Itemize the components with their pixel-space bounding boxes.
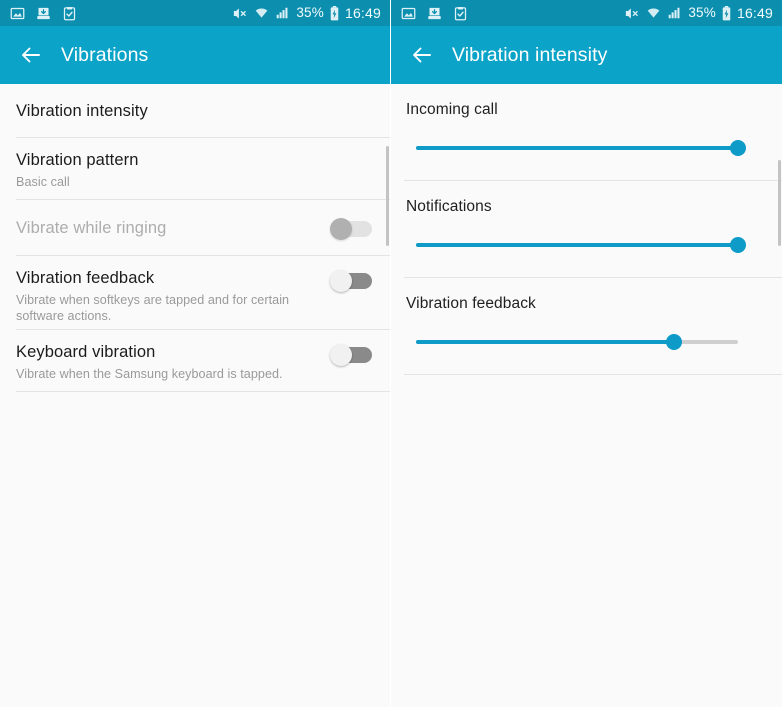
slider-label: Vibration feedback (406, 295, 536, 312)
save-icon (37, 7, 50, 19)
battery-charging-icon (330, 5, 339, 20)
slider-thumb[interactable] (665, 334, 682, 350)
slider-fill (416, 146, 738, 150)
signal-icon (668, 7, 680, 19)
slider-block-incoming-call: Incoming call (391, 84, 782, 181)
row-text: Vibration pattern Basic call (16, 150, 372, 190)
slider-label: Notifications (406, 198, 492, 215)
list-item-vibration-pattern[interactable]: Vibration pattern Basic call (0, 138, 390, 200)
toggle-keyboard-vibration[interactable] (330, 344, 372, 366)
slider-block-notifications: Notifications (391, 181, 782, 278)
clock-label: 16:49 (344, 5, 381, 21)
left-phone-screen: 35% 16:49 Vibrations Vibration intensity… (0, 0, 391, 707)
slider-thumb[interactable] (730, 237, 746, 253)
battery-charging-icon (722, 5, 731, 20)
battery-percent-label: 35% (296, 5, 324, 21)
wifi-icon (255, 8, 268, 18)
wifi-icon (647, 8, 660, 18)
slider-fill (416, 243, 738, 247)
list-item-title: Keyboard vibration (16, 343, 156, 361)
clock-label: 16:49 (736, 5, 773, 21)
clipboard-check-icon (63, 6, 76, 20)
scrollbar-right[interactable] (778, 160, 781, 246)
list-item-vibration-intensity[interactable]: Vibration intensity (0, 84, 390, 138)
list-item-title: Vibrate while ringing (16, 218, 167, 237)
slider-incoming-call[interactable] (416, 137, 746, 159)
status-bar-left-icons (10, 6, 77, 21)
toggle-knob (330, 218, 352, 240)
mute-icon (626, 8, 639, 18)
mute-icon (234, 8, 247, 18)
list-item-subtitle: Vibrate when softkeys are tapped and for… (16, 292, 290, 324)
toggle-knob (330, 344, 352, 366)
battery-percent-label: 35% (688, 5, 716, 21)
list-item-keyboard-vibration[interactable]: Keyboard vibration Vibrate when the Sams… (0, 330, 390, 392)
page-title-right: Vibration intensity (452, 43, 608, 66)
dual-screenshot: 35% 16:49 Vibrations Vibration intensity… (0, 0, 782, 707)
page-title-left: Vibrations (61, 43, 149, 66)
toggle-knob (330, 270, 352, 292)
slider-block-vibration-feedback: Vibration feedback (391, 278, 782, 375)
save-icon (428, 7, 441, 19)
arrow-left-icon (22, 47, 40, 63)
row-text: Vibration intensity (16, 101, 372, 122)
back-button-left[interactable] (14, 38, 48, 72)
app-bar-right: Vibration intensity (391, 26, 782, 84)
toggle-vibration-feedback[interactable] (330, 270, 372, 292)
row-text: Keyboard vibration Vibrate when the Sams… (16, 342, 330, 382)
list-item-vibrate-while-ringing: Vibrate while ringing (0, 200, 390, 256)
list-item-title: Vibration intensity (16, 101, 148, 120)
signal-icon (276, 7, 288, 19)
list-item-vibration-feedback[interactable]: Vibration feedback Vibrate when softkeys… (0, 256, 390, 330)
arrow-left-icon (413, 47, 431, 63)
status-bar-right-icons: 35% 16:49 (623, 5, 773, 21)
slider-label: Incoming call (406, 101, 498, 118)
app-bar-left: Vibrations (0, 26, 390, 84)
status-bar-right-icons: 35% 16:49 (231, 5, 381, 21)
slider-thumb[interactable] (730, 140, 746, 156)
status-bar-left-icons (401, 6, 468, 21)
status-bar-left: 35% 16:49 (0, 0, 390, 26)
scrollbar-left[interactable] (386, 146, 389, 246)
toggle-vibrate-while-ringing (330, 218, 372, 240)
image-icon (10, 7, 25, 19)
image-icon (401, 7, 416, 19)
slider-notifications[interactable] (416, 234, 746, 256)
clipboard-check-icon (454, 6, 467, 20)
slider-fill (416, 340, 674, 344)
back-button-right[interactable] (405, 38, 439, 72)
list-item-subtitle: Vibrate when the Samsung keyboard is tap… (16, 366, 283, 381)
status-bar-right: 35% 16:49 (391, 0, 782, 26)
list-item-title: Vibration pattern (16, 151, 139, 169)
settings-list-left: Vibration intensity Vibration pattern Ba… (0, 84, 390, 707)
row-text: Vibrate while ringing (16, 218, 330, 239)
right-phone-screen: 35% 16:49 Vibration intensity Incoming c… (391, 0, 782, 707)
row-text: Vibration feedback Vibrate when softkeys… (16, 268, 330, 325)
list-item-title: Vibration feedback (16, 269, 155, 287)
slider-vibration-feedback[interactable] (416, 331, 738, 353)
intensity-slider-list: Incoming call Notifications Vibration fe… (391, 84, 782, 707)
list-item-subtitle: Basic call (16, 174, 70, 189)
